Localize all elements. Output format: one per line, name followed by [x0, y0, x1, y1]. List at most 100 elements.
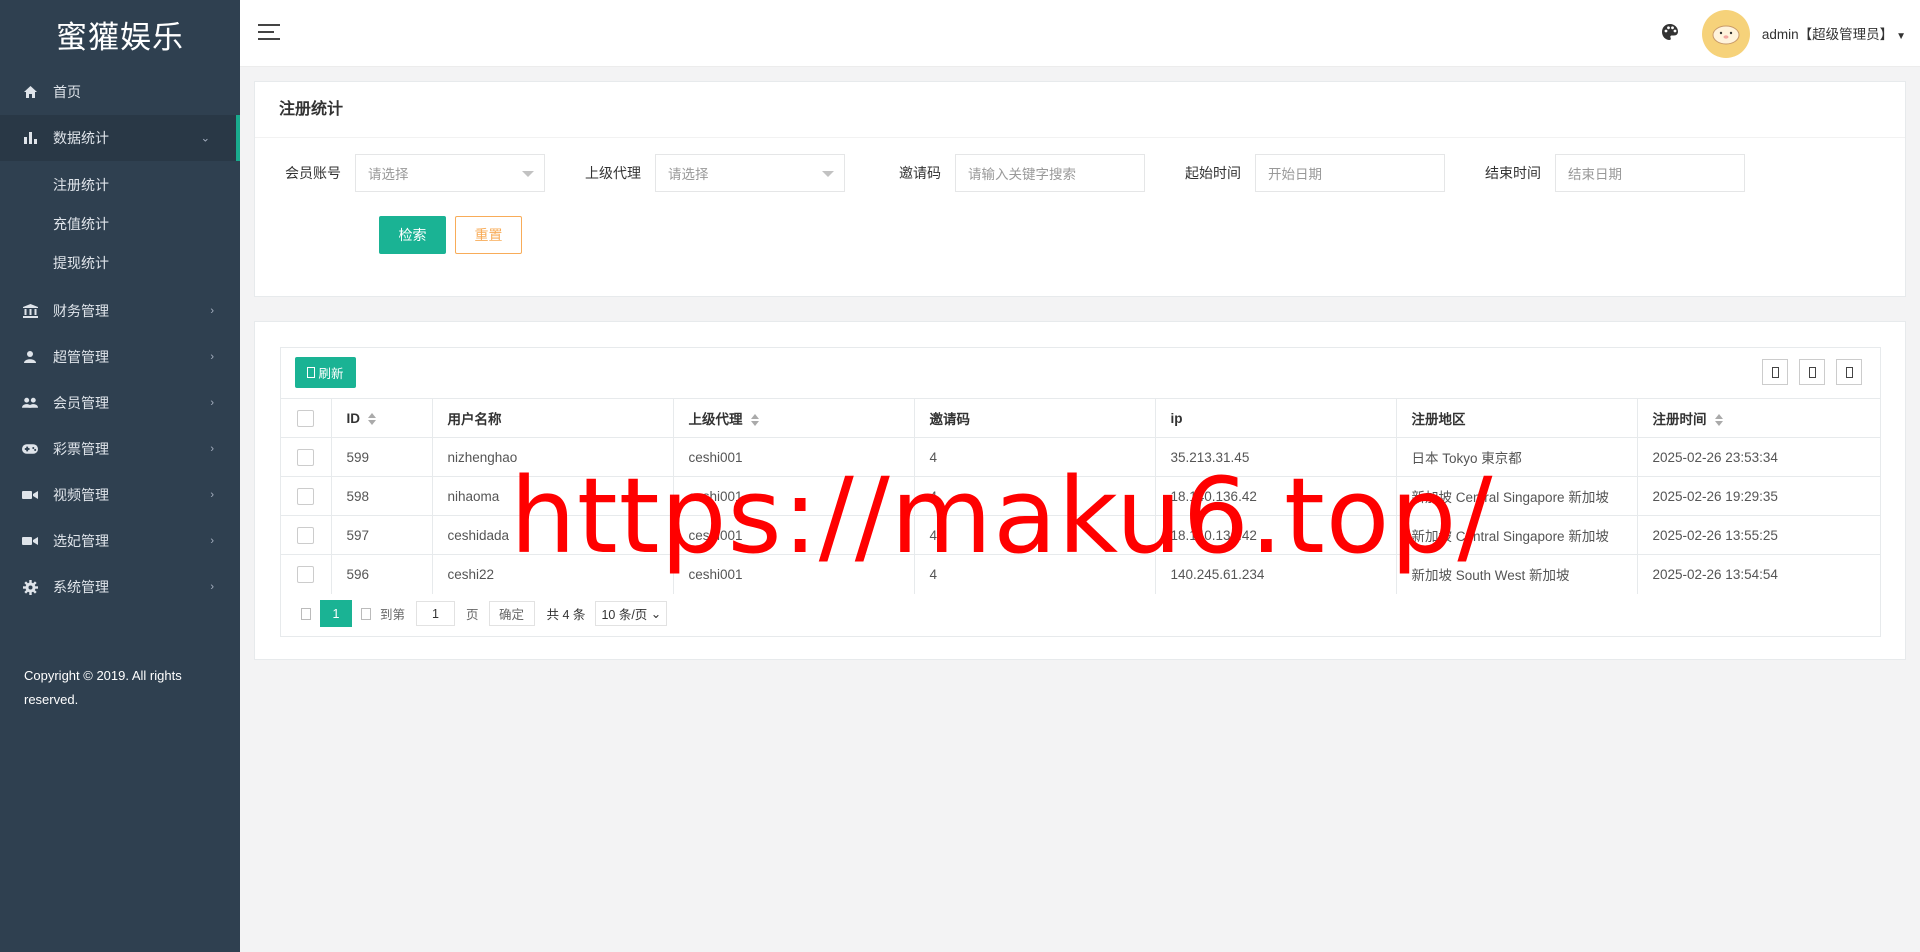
sidebar-item-label: 系统管理: [53, 579, 109, 595]
table-row: 599 nizhenghao ceshi001 4 35.213.31.45 日…: [281, 437, 1880, 477]
sidebar-item-finance[interactable]: 财务管理 ›: [0, 288, 240, 334]
total-count: 共 4 条: [546, 608, 586, 622]
sidebar-item-super-admin[interactable]: 超管管理 ›: [0, 334, 240, 380]
sidebar-item-system[interactable]: 系统管理 ›: [0, 564, 240, 610]
menu-toggle-icon[interactable]: [258, 24, 280, 42]
chevron-right-icon: ›: [210, 489, 214, 501]
row-checkbox[interactable]: [297, 448, 314, 466]
page-title: 注册统计: [255, 82, 1905, 138]
search-button[interactable]: 检索: [379, 216, 446, 254]
chevron-right-icon: ›: [210, 351, 214, 363]
chevron-down-icon: ⌄: [650, 607, 662, 621]
table-row: 598 nihaoma ceshi001 4 18.140.136.42 新加坡…: [281, 476, 1880, 516]
table: ID 用户名称 上级代理 邀请码 ip 注册地区 注册时间 599 nizhen…: [281, 398, 1880, 594]
sidebar-subitem-register-stats[interactable]: 注册统计: [0, 165, 240, 204]
prev-page-icon[interactable]: [301, 607, 311, 620]
print-button[interactable]: [1836, 359, 1862, 385]
cell-agent: ceshi001: [673, 476, 915, 516]
user-menu[interactable]: admin【超级管理员】 ▼: [1762, 23, 1906, 43]
table-row: 596 ceshi22 ceshi001 4 140.245.61.234 新加…: [281, 554, 1880, 594]
sidebar-subitem-recharge-stats[interactable]: 充值统计: [0, 204, 240, 243]
chevron-right-icon: ›: [210, 305, 214, 317]
goto-label: 到第: [380, 608, 406, 622]
refresh-button[interactable]: 刷新: [295, 357, 356, 388]
page-number-input[interactable]: 1: [416, 601, 456, 626]
cell-agent: ceshi001: [673, 515, 915, 555]
chevron-right-icon: ›: [210, 535, 214, 547]
chevron-right-icon: ›: [210, 397, 214, 409]
column-header-id[interactable]: ID: [331, 398, 433, 438]
palette-icon[interactable]: [1661, 23, 1681, 43]
end-date-input[interactable]: 结束日期: [1555, 154, 1745, 192]
chevron-right-icon: ›: [210, 443, 214, 455]
cell-id: 599: [331, 437, 433, 477]
filter-end: 结束时间 结束日期: [1455, 154, 1745, 192]
cell-id: 598: [331, 476, 433, 516]
current-page[interactable]: 1: [320, 600, 352, 627]
sidebar-item-label: 财务管理: [53, 303, 109, 319]
start-date-input[interactable]: 开始日期: [1255, 154, 1445, 192]
row-checkbox[interactable]: [297, 526, 314, 544]
columns-icon: [1771, 366, 1779, 378]
cell-name: ceshidada: [432, 515, 674, 555]
sidebar-submenu: 注册统计 充值统计 提现统计: [0, 161, 240, 288]
sidebar-item-video[interactable]: 视频管理 ›: [0, 472, 240, 518]
avatar[interactable]: [1702, 10, 1750, 58]
filter-label: 起始时间: [1185, 165, 1241, 181]
filter-member: 会员账号 请选择: [255, 154, 545, 192]
column-header-region: 注册地区: [1396, 398, 1638, 438]
column-header-time[interactable]: 注册时间: [1637, 398, 1880, 438]
gear-icon: [22, 579, 38, 595]
next-page-icon[interactable]: [361, 607, 371, 620]
sidebar-item-concubine[interactable]: 选妃管理 ›: [0, 518, 240, 564]
bank-icon: [22, 303, 38, 319]
cell-ip: 18.140.136.42: [1155, 476, 1397, 516]
export-button[interactable]: [1799, 359, 1825, 385]
filter-label: 上级代理: [585, 165, 641, 181]
select-value: 请选择: [368, 167, 409, 182]
sidebar-item-label: 数据统计: [53, 130, 109, 146]
row-checkbox[interactable]: [297, 565, 314, 583]
row-checkbox[interactable]: [297, 487, 314, 505]
sidebar-item-lottery[interactable]: 彩票管理 ›: [0, 426, 240, 472]
input-placeholder: 结束日期: [1568, 167, 1622, 182]
invite-code-input[interactable]: 请输入关键字搜索: [955, 154, 1145, 192]
select-all-checkbox[interactable]: [297, 409, 314, 427]
parent-agent-select[interactable]: 请选择: [655, 154, 845, 192]
column-header-name: 用户名称: [432, 398, 674, 438]
sort-icon[interactable]: [368, 412, 376, 425]
columns-toggle-button[interactable]: [1762, 359, 1788, 385]
column-header-agent[interactable]: 上级代理: [673, 398, 915, 438]
column-label: 注册地区: [1411, 412, 1466, 427]
sort-icon[interactable]: [1714, 414, 1723, 427]
cell-region: 日本 Tokyo 東京都: [1396, 437, 1638, 477]
sidebar-item-home[interactable]: 首页: [0, 69, 240, 115]
home-icon: [22, 84, 38, 100]
sidebar-item-data-stats[interactable]: 数据统计 ⌄: [0, 115, 240, 161]
page-confirm-button[interactable]: 确定: [488, 601, 535, 626]
page-size-select[interactable]: 10 条/页 ⌄: [595, 601, 668, 626]
cell-ip: 140.245.61.234: [1155, 554, 1397, 594]
cell-name: nizhenghao: [432, 437, 674, 477]
reset-button[interactable]: 重置: [455, 216, 522, 254]
sidebar-item-label: 视频管理: [53, 487, 109, 503]
page-unit-label: 页: [466, 608, 479, 622]
user-icon: [22, 349, 38, 365]
sidebar-item-label: 首页: [53, 84, 81, 100]
sidebar-item-members[interactable]: 会员管理 ›: [0, 380, 240, 426]
cell-region: 新加坡 South West 新加坡: [1396, 554, 1638, 594]
filter-label: 邀请码: [899, 165, 941, 181]
cell-code: 4: [914, 476, 1156, 516]
member-account-select[interactable]: 请选择: [355, 154, 545, 192]
sidebar-item-label: 选妃管理: [53, 533, 109, 549]
sidebar-subitem-withdraw-stats[interactable]: 提现统计: [0, 243, 240, 282]
cell-code: 4: [914, 515, 1156, 555]
data-table: 刷新 ID 用户名称 上级代理 邀请码 ip 注册地区 注册时间 599 niz…: [280, 347, 1881, 637]
refresh-label: 刷新: [318, 367, 344, 381]
video-camera-icon: [22, 487, 38, 503]
sort-icon[interactable]: [750, 414, 759, 427]
video-camera-icon: [22, 533, 38, 549]
filter-invite: 邀请码 请输入关键字搜索: [855, 154, 1145, 192]
sidebar-item-label: 超管管理: [53, 349, 109, 365]
cell-region: 新加坡 Central Singapore 新加坡: [1396, 476, 1638, 516]
